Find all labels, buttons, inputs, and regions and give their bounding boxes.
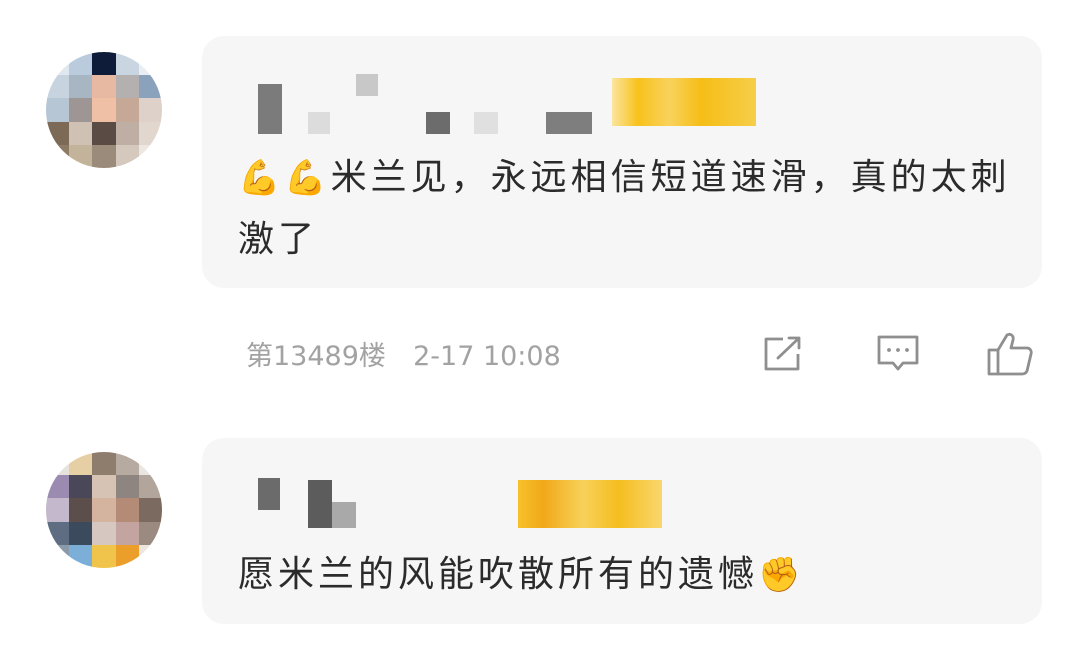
comment-body: 愿米兰的风能吹散所有的遗憾 bbox=[238, 554, 759, 595]
floor-number: 第13489楼 bbox=[246, 341, 386, 372]
comment-icon bbox=[877, 335, 919, 371]
share-button[interactable] bbox=[758, 330, 808, 378]
share-icon bbox=[764, 336, 801, 371]
comment-meta: 第13489楼 2-17 10:08 bbox=[246, 334, 561, 373]
thumbs-up-icon bbox=[987, 332, 1033, 376]
raised-fist-icon: ✊ bbox=[758, 555, 805, 595]
like-button[interactable] bbox=[985, 330, 1035, 378]
comment-text: 愿米兰的风能吹散所有的遗憾✊ bbox=[238, 544, 1018, 606]
username-blurred[interactable] bbox=[258, 74, 618, 134]
comment-time: 2-17 10:08 bbox=[413, 341, 561, 372]
flexed-biceps-icon: 💪💪 bbox=[238, 158, 331, 198]
user-badge-blurred bbox=[612, 78, 756, 126]
avatar[interactable] bbox=[46, 452, 162, 568]
username-blurred[interactable] bbox=[258, 468, 378, 528]
avatar[interactable] bbox=[46, 52, 162, 168]
comment-text: 💪💪米兰见，永远相信短道速滑，真的太刺激了 bbox=[238, 147, 1018, 271]
reply-button[interactable] bbox=[873, 330, 923, 378]
comment-body: 米兰见，永远相信短道速滑，真的太刺激了 bbox=[238, 157, 1011, 260]
user-badge-blurred bbox=[518, 480, 662, 528]
